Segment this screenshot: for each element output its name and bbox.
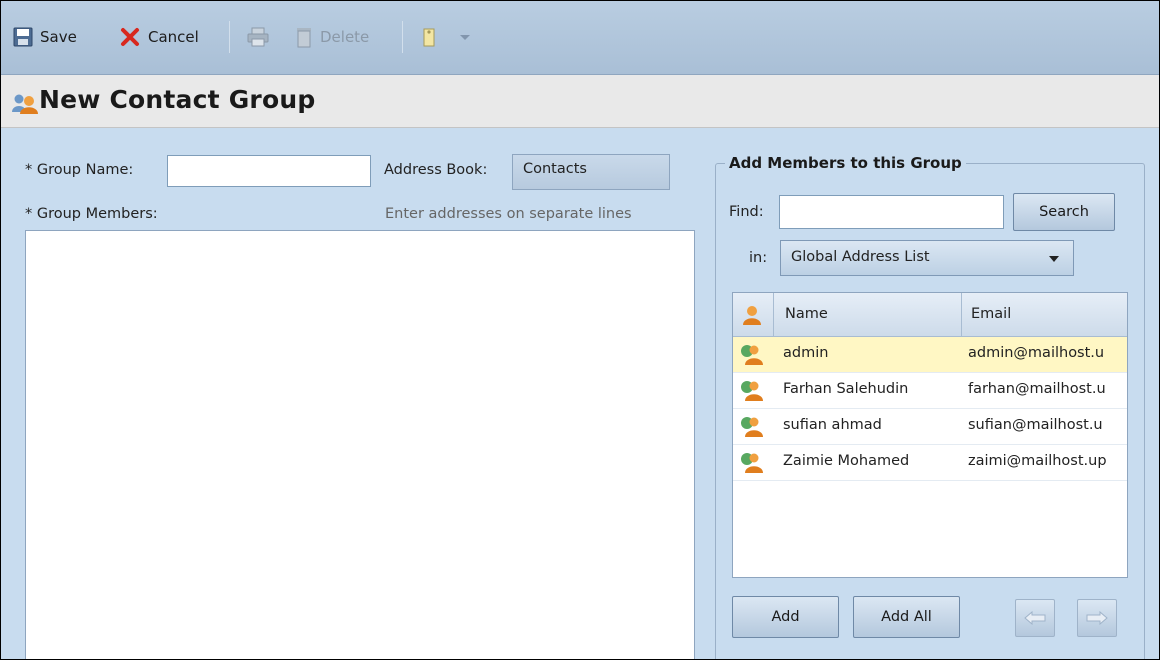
contact-name: admin [783, 345, 829, 361]
group-members-label: * Group Members: [25, 206, 158, 222]
name-column-header[interactable]: Name [785, 306, 828, 322]
group-name-input[interactable] [167, 155, 371, 187]
add-all-button[interactable]: Add All [853, 596, 960, 638]
contact-icon [741, 381, 763, 401]
email-column-header[interactable]: Email [971, 306, 1011, 322]
toolbar-separator [229, 21, 230, 53]
contact-group-window: Save Cancel Delete New Contact Group * G… [0, 0, 1160, 660]
group-members-textarea[interactable] [25, 230, 695, 659]
arrow-right-icon [1086, 611, 1108, 625]
contact-column-icon[interactable] [741, 304, 763, 326]
floppy-disk-icon [13, 27, 33, 47]
table-row[interactable]: Farhan Salehudin farhan@mailhost.u [733, 373, 1127, 409]
save-button[interactable]: Save [13, 23, 77, 51]
table-row[interactable]: Zaimie Mohamed zaimi@mailhost.up [733, 445, 1127, 481]
cancel-label: Cancel [148, 28, 199, 46]
contact-icon [741, 453, 763, 473]
red-x-icon [121, 28, 139, 46]
contact-icon [741, 345, 763, 365]
contact-name: sufian ahmad [783, 417, 882, 433]
contact-name: Zaimie Mohamed [783, 453, 910, 469]
find-label: Find: [729, 204, 764, 220]
column-divider [961, 293, 962, 337]
toolbar-separator [402, 21, 403, 53]
contact-email: sufian@mailhost.u [968, 417, 1103, 433]
page-title: New Contact Group [39, 85, 316, 114]
address-book-label: Address Book: [384, 162, 488, 178]
table-row[interactable]: sufian ahmad sufian@mailhost.u [733, 409, 1127, 445]
delete-label: Delete [320, 28, 370, 46]
move-right-button[interactable] [1077, 599, 1117, 637]
cancel-button[interactable]: Cancel [119, 23, 199, 51]
tag-menu-button[interactable] [421, 23, 472, 51]
contact-icon [741, 417, 763, 437]
address-list-value: Global Address List [791, 249, 930, 265]
column-divider [773, 293, 774, 337]
contact-email: zaimi@mailhost.up [968, 453, 1107, 469]
contact-email: admin@mailhost.u [968, 345, 1105, 361]
contact-name: Farhan Salehudin [783, 381, 909, 397]
save-label: Save [40, 28, 77, 46]
chevron-down-icon [460, 35, 470, 40]
grid-header: Name Email [733, 293, 1127, 337]
toolbar: Save Cancel Delete [1, 1, 1159, 75]
printer-icon [247, 27, 269, 47]
add-button[interactable]: Add [732, 596, 839, 638]
title-bar: New Contact Group [1, 75, 1159, 128]
group-name-label: * Group Name: [25, 162, 134, 178]
contact-group-icon [12, 94, 38, 114]
contacts-grid: Name Email admin admin@mailhost.u Farhan… [732, 292, 1128, 578]
find-input[interactable] [779, 195, 1004, 229]
delete-button[interactable]: Delete [295, 23, 369, 51]
arrow-left-icon [1024, 611, 1046, 625]
move-left-button[interactable] [1015, 599, 1055, 637]
in-label: in: [749, 250, 768, 266]
tag-icon [423, 28, 435, 47]
add-members-legend: Add Members to this Group [725, 154, 966, 172]
print-button[interactable] [247, 23, 269, 51]
group-members-hint: Enter addresses on separate lines [385, 206, 632, 222]
search-button[interactable]: Search [1013, 193, 1115, 231]
table-row[interactable]: admin admin@mailhost.u [733, 337, 1127, 373]
contact-email: farhan@mailhost.u [968, 381, 1106, 397]
address-list-dropdown[interactable]: Global Address List [780, 240, 1074, 276]
address-book-select[interactable]: Contacts [512, 154, 670, 190]
dropdown-arrow-icon [1049, 256, 1059, 262]
trash-icon [297, 28, 311, 48]
